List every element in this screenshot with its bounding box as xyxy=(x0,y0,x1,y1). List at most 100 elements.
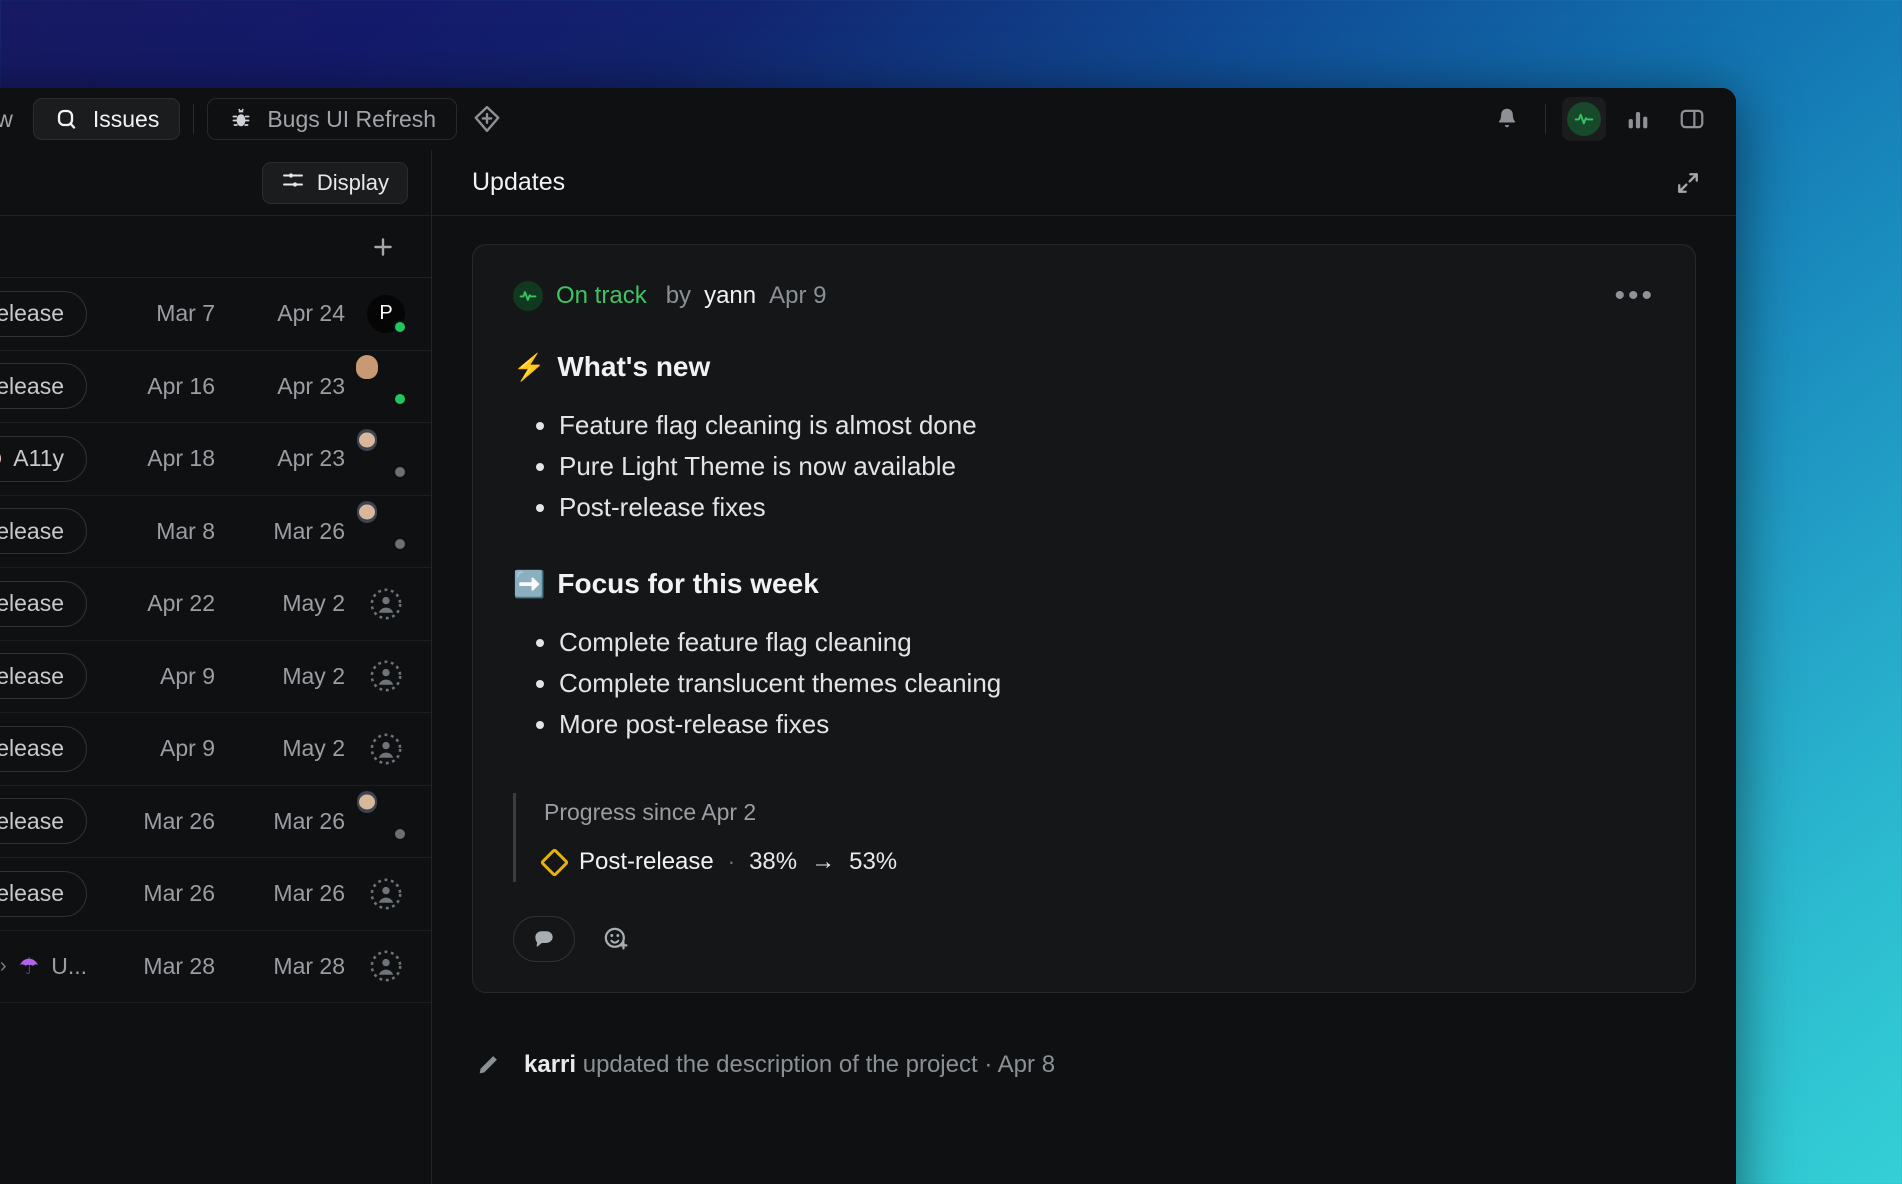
tab-issues[interactable]: Issues xyxy=(32,98,181,140)
issue-end-date: Apr 23 xyxy=(277,372,345,399)
issue-start-date: Mar 28 xyxy=(143,952,215,979)
avatar[interactable]: P xyxy=(367,294,407,334)
issue-row-label-area: Post-release xyxy=(0,508,97,555)
activity-date: Apr 8 xyxy=(997,1051,1056,1079)
issue-start-date: Mar 8 xyxy=(156,517,215,544)
issue-start-date: Mar 26 xyxy=(143,880,215,907)
display-button[interactable]: Display xyxy=(261,161,408,204)
update-date: Apr 9 xyxy=(769,282,827,309)
issue-label-chip[interactable]: Post-release xyxy=(0,290,87,337)
status-badge: On track xyxy=(556,282,647,309)
avatar[interactable] xyxy=(367,875,405,913)
issue-label-chip[interactable]: Post-release xyxy=(0,580,87,627)
diamond-badge-icon[interactable] xyxy=(465,97,509,141)
issue-row[interactable]: Post-release Mar 8 Mar 26 xyxy=(0,496,431,568)
update-sections: ⚡ What's new Feature flag cleaning is almo… xyxy=(513,351,1655,745)
toolbar-divider xyxy=(193,104,195,134)
issue-row[interactable]: s wit...›☂U...Mar 28Mar 28 xyxy=(0,931,431,1003)
issue-row[interactable]: Post-release Apr 22 May 2 xyxy=(0,568,431,641)
issue-end-date: May 2 xyxy=(282,590,345,617)
issue-label-chip[interactable]: Post-release xyxy=(0,725,87,772)
unassigned-avatar-icon xyxy=(367,657,405,695)
issue-row[interactable]: A11y Apr 18 Apr 23 xyxy=(0,423,431,496)
issue-row-label-area: Post-release xyxy=(0,363,97,410)
avatar[interactable] xyxy=(367,657,405,695)
updates-pane-header: Updates xyxy=(432,150,1736,216)
project-chip[interactable]: Bugs UI Refresh xyxy=(207,98,458,140)
list-item: Pure Light Theme is now available xyxy=(559,446,1655,487)
issue-row[interactable]: Post-release Mar 7 Apr 24 P xyxy=(0,278,431,351)
issue-label-text: Post-release xyxy=(0,880,64,907)
activity-description: updated the description of the project xyxy=(582,1051,978,1079)
issue-end-date: May 2 xyxy=(282,662,345,689)
unassigned-avatar-icon xyxy=(367,585,405,623)
issue-label-text: Post-release xyxy=(0,590,64,617)
issue-row[interactable]: Post-release Apr 9 May 2 xyxy=(0,713,431,786)
activity-actor: karri xyxy=(524,1051,577,1079)
expand-diagonal-icon[interactable] xyxy=(1666,161,1710,205)
issue-row[interactable]: Post-release Apr 16 Apr 23 xyxy=(0,351,431,423)
update-card-header: On track by yann Apr 9 ••• xyxy=(513,281,1655,311)
issue-row-label-area: A11y xyxy=(0,435,97,482)
main-area: Display Post-releaseMar 7Apr 24PPost-rel… xyxy=(0,150,1736,1184)
presence-indicator xyxy=(393,537,407,552)
issue-row[interactable]: Post-release Apr 9 May 2 xyxy=(0,641,431,713)
activity-row: karri updated the description of the pro… xyxy=(472,1051,1696,1079)
panel-toggle-icon[interactable] xyxy=(1670,97,1714,141)
issue-label-chip[interactable]: Post-release xyxy=(0,798,87,845)
avatar[interactable] xyxy=(367,802,407,842)
issue-label-text: A11y xyxy=(13,445,64,472)
avatar[interactable] xyxy=(367,730,405,768)
issue-label-chip[interactable]: A11y xyxy=(0,435,87,482)
issue-label-chip[interactable]: Post-release xyxy=(0,653,87,700)
issue-label-text: Post-release xyxy=(0,662,64,689)
comment-icon[interactable] xyxy=(513,916,575,963)
issue-end-date: Apr 23 xyxy=(277,445,345,472)
update-more-menu-button[interactable]: ••• xyxy=(1614,281,1655,311)
issue-label-text: Post-release xyxy=(0,517,64,544)
avatar[interactable] xyxy=(367,440,407,479)
issue-label-chip[interactable]: Post-release xyxy=(0,508,87,555)
bug-icon xyxy=(228,106,254,132)
avatar[interactable] xyxy=(367,367,407,407)
bell-icon[interactable] xyxy=(1485,97,1529,141)
bar-chart-icon[interactable] xyxy=(1616,97,1660,141)
list-item: Complete feature flag cleaning xyxy=(559,622,1655,663)
tab-overview[interactable]: Overview xyxy=(0,98,33,140)
breadcrumb[interactable]: s wit...›☂U... xyxy=(0,953,87,980)
unassigned-avatar-icon xyxy=(367,730,405,768)
avatar[interactable] xyxy=(367,585,405,623)
avatar[interactable] xyxy=(367,512,407,552)
add-issue-button[interactable] xyxy=(365,229,401,265)
issues-group-header xyxy=(0,216,431,278)
issue-label-chip[interactable]: Post-release xyxy=(0,363,87,410)
progress-from: 38% xyxy=(749,848,798,876)
toolbar-right-group xyxy=(1485,97,1714,141)
presence-indicator xyxy=(393,392,407,407)
issue-end-date: Mar 26 xyxy=(273,880,345,907)
updates-body: On track by yann Apr 9 ••• ⚡ What's new Fe… xyxy=(432,216,1736,1184)
avatar[interactable] xyxy=(367,947,405,985)
issue-end-date: May 2 xyxy=(282,735,345,762)
issue-end-date: Mar 26 xyxy=(273,517,345,544)
presence-indicator xyxy=(393,827,407,842)
list-item: Complete translucent themes cleaning xyxy=(559,663,1655,704)
pulse-status-button[interactable] xyxy=(1562,97,1606,141)
progress-to: 53% xyxy=(849,848,898,876)
issue-row[interactable]: Post-release Mar 26 Mar 26 xyxy=(0,858,431,931)
add-reaction-icon[interactable] xyxy=(593,916,639,962)
progress-block: Progress since Apr 2 Post-release · 38% … xyxy=(513,793,1655,883)
umbrella-icon: ☂ xyxy=(18,952,40,979)
project-chip-label: Bugs UI Refresh xyxy=(267,105,437,132)
update-section-heading-text: What's new xyxy=(557,351,711,382)
issue-label-text: Post-release xyxy=(0,807,64,834)
issue-row[interactable]: Post-release Mar 26 Mar 26 xyxy=(0,786,431,858)
list-item: Feature flag cleaning is almost done xyxy=(559,405,1655,446)
update-section-title: ⚡ What's new xyxy=(513,351,1655,383)
issue-label-text: Post-release xyxy=(0,372,64,399)
issues-icon xyxy=(54,106,80,132)
issue-start-date: Apr 9 xyxy=(160,735,215,762)
issue-label-chip[interactable]: Post-release xyxy=(0,870,87,917)
arrow-right-icon: ➡️ xyxy=(513,568,546,599)
issue-list[interactable]: Post-release Mar 7 Apr 24 P Post-release Apr … xyxy=(0,278,431,1184)
